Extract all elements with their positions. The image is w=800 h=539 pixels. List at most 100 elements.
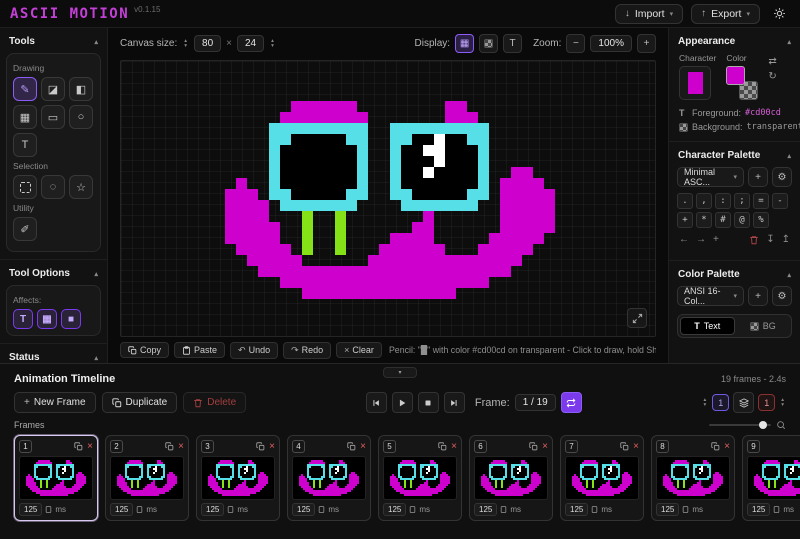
frame-card[interactable]: 2×125ms	[105, 435, 189, 521]
frame-card[interactable]: 8×125ms	[651, 435, 735, 521]
frame-duration[interactable]: 125	[383, 503, 406, 516]
frame-delete-button[interactable]: ×	[178, 442, 184, 452]
frame-thumbnail[interactable]	[565, 456, 639, 500]
color-palette-settings-button[interactable]: ⚙	[772, 286, 792, 306]
select-rect-tool-button[interactable]	[13, 175, 37, 199]
canvas-height-input[interactable]: 24	[237, 35, 264, 52]
loop-button[interactable]	[561, 392, 582, 413]
palette-char-button[interactable]: ,	[696, 193, 712, 209]
fullscreen-button[interactable]	[627, 308, 647, 328]
palette-next-button[interactable]: →	[696, 234, 706, 245]
palette-char-button[interactable]: @	[734, 212, 750, 228]
character-preview[interactable]	[679, 66, 711, 100]
tool-options-header[interactable]: Tool Options ▴	[0, 259, 107, 285]
swap-colors-icon[interactable]: ⇄	[768, 57, 776, 67]
frame-duplicate-button[interactable]	[438, 442, 447, 451]
slider-thumb[interactable]	[759, 421, 767, 429]
frame-size-slider[interactable]	[709, 424, 771, 426]
onion-next-stepper[interactable]: ▴▾	[779, 398, 786, 407]
affects-color-badge[interactable]: ▦	[37, 309, 57, 329]
frame-thumbnail[interactable]	[292, 456, 366, 500]
affects-character-badge[interactable]: T	[13, 309, 33, 329]
palette-char-button[interactable]: =	[753, 193, 769, 209]
frame-delete-button[interactable]: ×	[87, 442, 93, 452]
rectangle-tool-button[interactable]: ▭	[41, 105, 65, 129]
delete-frame-button[interactable]: Delete	[183, 392, 246, 413]
onion-prev-count[interactable]: 1	[712, 394, 729, 411]
frame-duration[interactable]: 125	[292, 503, 315, 516]
frame-duplicate-button[interactable]	[347, 442, 356, 451]
palette-char-button[interactable]: %	[753, 212, 769, 228]
frame-duplicate-button[interactable]	[256, 442, 265, 451]
color-palette-select[interactable]: ANSI 16-Col... ▾	[677, 286, 744, 306]
character-palette-header[interactable]: Character Palette ▴	[669, 141, 800, 167]
frame-card[interactable]: 6×125ms	[469, 435, 553, 521]
palette-char-button[interactable]: .	[677, 193, 693, 209]
pencil-tool-button[interactable]: ✎	[13, 77, 37, 101]
frame-card[interactable]: 1×125ms	[14, 435, 98, 521]
play-button[interactable]	[392, 392, 413, 413]
ellipse-tool-button[interactable]: ○	[69, 105, 93, 129]
palette-delete-button[interactable]	[749, 235, 759, 245]
frame-thumbnail[interactable]	[383, 456, 457, 500]
frame-thumbnail[interactable]	[19, 456, 93, 500]
drawing-canvas[interactable]	[120, 60, 656, 337]
frame-card[interactable]: 7×125ms	[560, 435, 644, 521]
frame-duration[interactable]: 125	[110, 503, 133, 516]
frame-card[interactable]: 9×125ms	[742, 435, 800, 521]
text-color-tab[interactable]: T Text	[680, 317, 735, 335]
character-palette-select[interactable]: Minimal ASC... ▾	[677, 167, 744, 187]
onion-skin-button[interactable]	[733, 392, 754, 413]
frame-delete-button[interactable]: ×	[360, 442, 366, 452]
frame-duplicate-button[interactable]	[620, 442, 629, 451]
palette-export-button[interactable]: ↧	[766, 234, 774, 245]
frame-delete-button[interactable]: ×	[269, 442, 275, 452]
frame-thumbnail[interactable]	[656, 456, 730, 500]
add-color-palette-button[interactable]: +	[748, 286, 768, 306]
eyedropper-tool-button[interactable]: ✐	[13, 217, 37, 241]
zoom-out-button[interactable]: −	[566, 34, 585, 53]
eraser-tool-button[interactable]: ◪	[41, 77, 65, 101]
palette-char-button[interactable]: #	[715, 212, 731, 228]
fill-tool-button[interactable]: ◧	[69, 77, 93, 101]
stop-button[interactable]	[418, 392, 439, 413]
frame-duration[interactable]: 125	[656, 503, 679, 516]
duplicate-frame-button[interactable]: Duplicate	[102, 392, 178, 413]
palette-char-button[interactable]: +	[677, 212, 693, 228]
foreground-color-well[interactable]	[726, 66, 745, 85]
height-stepper[interactable]: ▴▾	[269, 39, 276, 48]
display-text-button[interactable]: T	[503, 34, 522, 53]
timeline-collapse-button[interactable]: ▾	[383, 367, 417, 378]
theme-toggle-button[interactable]	[768, 3, 790, 25]
palette-char-button[interactable]: ;	[734, 193, 750, 209]
redo-button[interactable]: ↷ Redo	[283, 342, 331, 359]
lasso-tool-button[interactable]: ◌	[41, 175, 65, 199]
frame-duration[interactable]: 125	[747, 503, 770, 516]
onion-prev-stepper[interactable]: ▴▾	[701, 398, 708, 407]
canvas-width-input[interactable]: 80	[194, 35, 221, 52]
frame-duration[interactable]: 125	[565, 503, 588, 516]
skip-start-button[interactable]	[366, 392, 387, 413]
frame-card[interactable]: 5×125ms	[378, 435, 462, 521]
frame-thumbnail[interactable]	[474, 456, 548, 500]
frame-duration[interactable]: 125	[201, 503, 224, 516]
character-palette-settings-button[interactable]: ⚙	[772, 167, 792, 187]
pattern-tool-button[interactable]: ▦	[13, 105, 37, 129]
clear-button[interactable]: × Clear	[336, 342, 382, 358]
export-button[interactable]: ↑ Export ▾	[691, 4, 760, 24]
frame-duplicate-button[interactable]	[74, 442, 83, 451]
text-tool-button[interactable]: T	[13, 133, 37, 157]
affects-background-badge[interactable]: ■	[61, 309, 81, 329]
frame-thumbnail[interactable]	[110, 456, 184, 500]
appearance-header[interactable]: Appearance ▴	[669, 28, 800, 53]
copy-button[interactable]: Copy	[120, 342, 169, 358]
frame-duration[interactable]: 125	[474, 503, 497, 516]
undo-button[interactable]: ↶ Undo	[230, 342, 278, 359]
palette-char-button[interactable]: *	[696, 212, 712, 228]
frame-thumbnail[interactable]	[201, 456, 275, 500]
reset-colors-icon[interactable]: ↻	[768, 72, 776, 82]
frame-thumbnail[interactable]	[747, 456, 800, 500]
palette-char-button[interactable]: -	[772, 193, 788, 209]
magic-wand-tool-button[interactable]: ☆	[69, 175, 93, 199]
frame-delete-button[interactable]: ×	[542, 442, 548, 452]
